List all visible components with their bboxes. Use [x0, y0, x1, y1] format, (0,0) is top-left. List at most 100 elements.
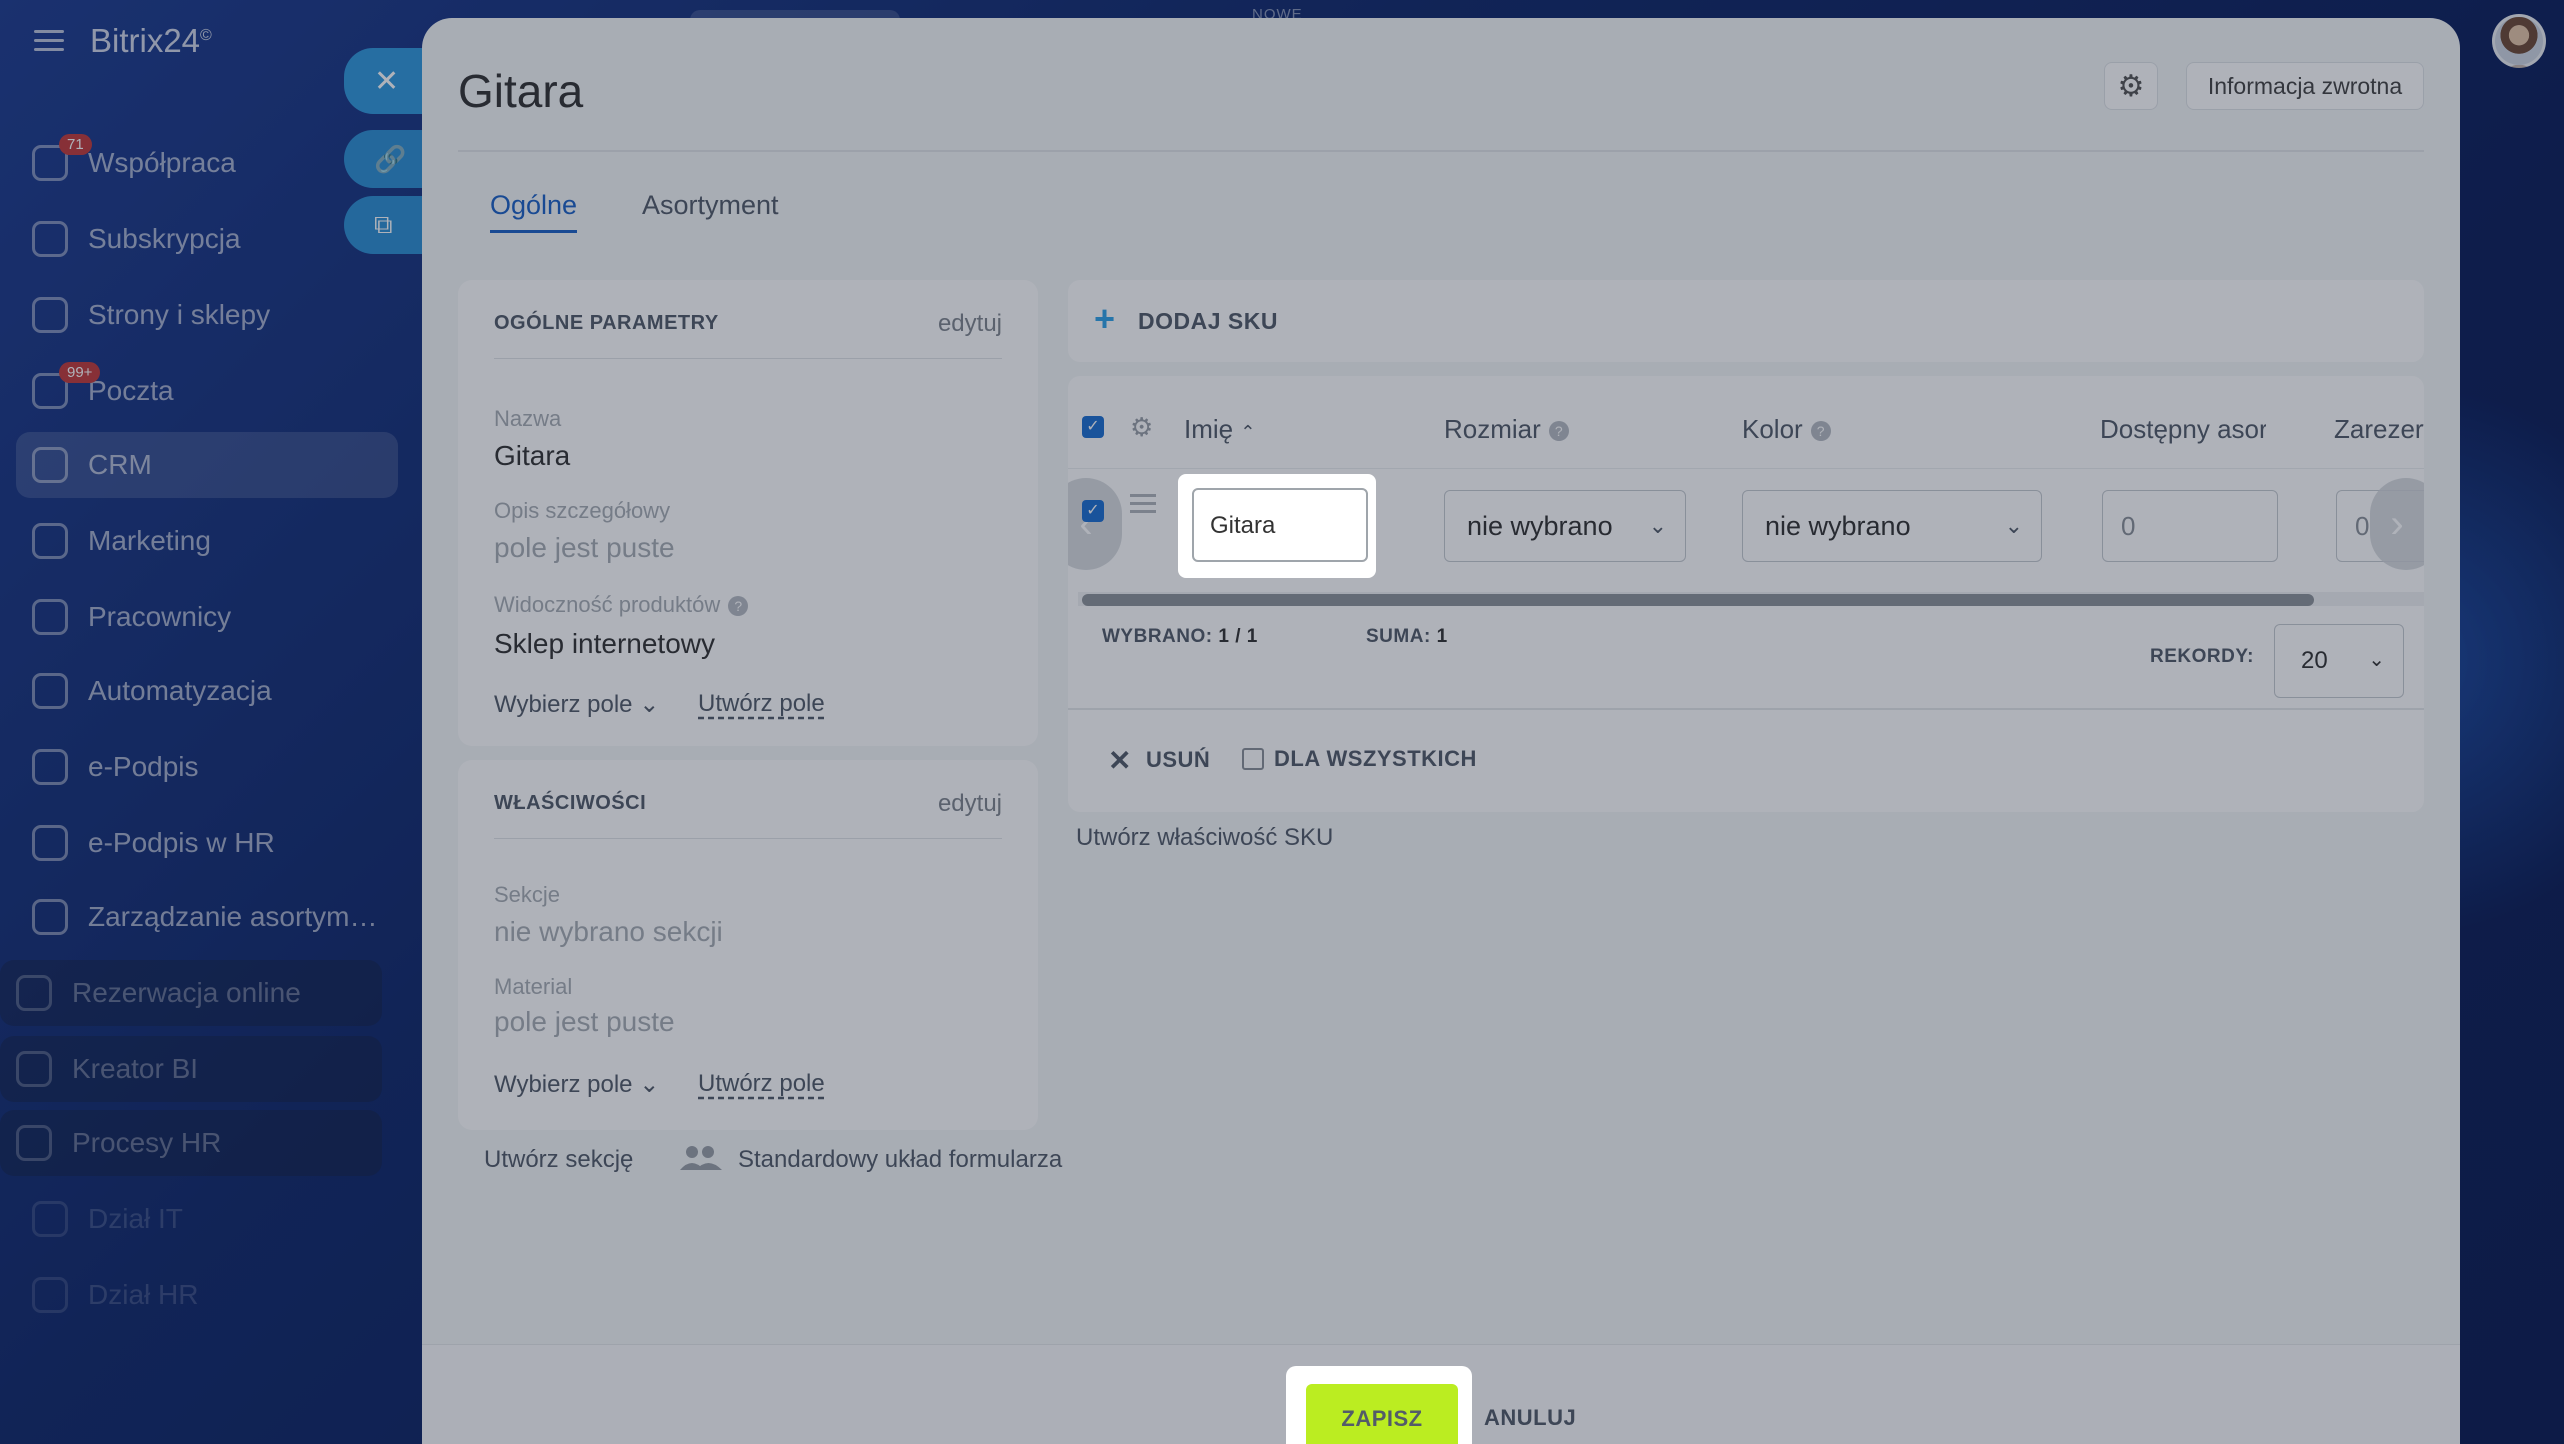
- scroll-left-button[interactable]: ‹: [1068, 478, 1122, 570]
- open-new-window-button[interactable]: ⧉: [344, 196, 424, 254]
- link-icon: 🔗: [374, 143, 407, 174]
- subscription-icon: [32, 221, 68, 257]
- nav-label: Strony i sklepy: [88, 299, 271, 330]
- create-field-link[interactable]: Utwórz pole: [698, 1070, 825, 1098]
- marketing-icon: [32, 523, 68, 559]
- column-header-color[interactable]: Kolor?: [1742, 414, 1831, 445]
- cart-icon: [32, 297, 68, 333]
- chevron-down-icon: ⌄: [639, 1071, 660, 1098]
- nav-item-procesy-hr[interactable]: Procesy HR: [0, 1110, 382, 1176]
- for-all-checkbox[interactable]: DLA WSZYSTKICH: [1242, 746, 1477, 772]
- color-select[interactable]: nie wybrano ⌄: [1742, 490, 2042, 562]
- cancel-button[interactable]: ANULUJ: [1484, 1405, 1576, 1431]
- column-header-size[interactable]: Rozmiar?: [1444, 414, 1569, 445]
- external-link-icon: ⧉: [374, 209, 393, 239]
- scroll-right-button[interactable]: ›: [2370, 478, 2424, 570]
- divider: [494, 358, 1002, 359]
- divider: [494, 838, 1002, 839]
- close-icon: ✕: [1108, 745, 1132, 776]
- nav-label: Rezerwacja online: [72, 977, 301, 1008]
- choose-field-link[interactable]: Wybierz pole ⌄: [494, 1070, 659, 1099]
- tab-assortment[interactable]: Asortyment: [642, 190, 779, 221]
- nav-label: e-Podpis w HR: [88, 827, 275, 858]
- column-header-reserved[interactable]: Zarezerwowano: [2334, 414, 2424, 445]
- edit-link[interactable]: edytuj: [938, 790, 1002, 818]
- hr-dept-icon: [32, 1277, 68, 1313]
- size-select[interactable]: nie wybrano ⌄: [1444, 490, 1686, 562]
- delete-button[interactable]: ✕ USUŃ: [1108, 744, 1210, 777]
- nav-label: Dział HR: [88, 1279, 199, 1310]
- hr-process-icon: [16, 1125, 52, 1161]
- nav-label: e-Podpis: [88, 751, 199, 782]
- inventory-icon: [32, 899, 68, 935]
- nav-item-automatyzacja[interactable]: Automatyzacja: [16, 658, 398, 724]
- records-select[interactable]: 20 ⌄: [2274, 624, 2404, 698]
- sku-grid: ✓ ⚙ Imię ⌃ Rozmiar? Kolor? Dostępny asor…: [1068, 376, 2424, 812]
- nav-label: Dział IT: [88, 1203, 183, 1234]
- nav-label: Marketing: [88, 525, 211, 556]
- product-slider: Gitara ⚙ Informacja zwrotna Ogólne Asort…: [422, 18, 2460, 1444]
- add-sku-button[interactable]: DODAJ SKU: [1138, 308, 1278, 335]
- nav-label: Kreator BI: [72, 1053, 199, 1084]
- gear-icon[interactable]: ⚙: [1130, 412, 1153, 443]
- nav-item-rezerwacja[interactable]: Rezerwacja online: [0, 960, 382, 1026]
- save-button[interactable]: ZAPISZ: [1306, 1384, 1458, 1444]
- settings-button[interactable]: ⚙: [2104, 62, 2158, 110]
- nav-item-dzial-hr[interactable]: Dział HR: [16, 1262, 398, 1328]
- create-sku-property-link[interactable]: Utwórz właściwość SKU: [1076, 824, 1333, 852]
- help-icon: ?: [1810, 421, 1831, 442]
- nav-label: Pracownicy: [88, 601, 232, 632]
- nav-item-poczta[interactable]: 99+ Poczta: [16, 358, 398, 424]
- choose-field-link[interactable]: Wybierz pole ⌄: [494, 690, 659, 719]
- nav-item-marketing[interactable]: Marketing: [16, 508, 398, 574]
- checkbox-icon: [1242, 748, 1264, 770]
- nav-item-dzial-it[interactable]: Dział IT: [16, 1186, 398, 1252]
- sku-name-input[interactable]: Gitara: [1192, 488, 1368, 562]
- nav-item-crm[interactable]: CRM: [16, 432, 398, 498]
- sum-count: SUMA: 1: [1366, 626, 1448, 647]
- create-field-link[interactable]: Utwórz pole: [698, 690, 825, 718]
- field-label: Widoczność produktów?: [494, 592, 749, 618]
- nav-item-pracownicy[interactable]: Pracownicy: [16, 584, 398, 650]
- nav-badge: 71: [59, 134, 92, 155]
- nav-item-kreator-bi[interactable]: Kreator BI: [0, 1036, 382, 1102]
- nav-item-epodpis-hr[interactable]: e-Podpis w HR: [16, 810, 398, 876]
- card-heading: WŁAŚCIWOŚCI: [494, 792, 647, 814]
- column-header-name[interactable]: Imię ⌃: [1184, 414, 1255, 445]
- field-value: nie wybrano sekcji: [494, 916, 723, 947]
- plus-icon: +: [1094, 298, 1116, 339]
- field-value: pole jest puste: [494, 532, 675, 563]
- menu-icon[interactable]: [34, 30, 64, 52]
- gear-icon: ⚙: [2117, 69, 2145, 103]
- logo[interactable]: Bitrix24©: [90, 22, 212, 60]
- nav-item-asortyment[interactable]: Zarządzanie asortyme...: [16, 884, 398, 950]
- available-input[interactable]: 0: [2102, 490, 2278, 562]
- close-icon: ✕: [374, 64, 400, 98]
- nav-item-strony[interactable]: Strony i sklepy: [16, 282, 398, 348]
- field-label: Sekcje: [494, 882, 561, 907]
- select-all-checkbox[interactable]: ✓: [1082, 416, 1104, 438]
- field-label: Opis szczegółowy: [494, 498, 671, 523]
- close-slider-button[interactable]: ✕: [344, 48, 424, 114]
- it-dept-icon: [32, 1201, 68, 1237]
- scrollbar-thumb[interactable]: [1082, 594, 2314, 606]
- standard-layout-link[interactable]: Standardowy układ formularza: [738, 1146, 1062, 1174]
- nav-item-wspolpraca[interactable]: 71 Współpraca: [16, 130, 398, 196]
- crm-icon: [32, 447, 68, 483]
- tab-general[interactable]: Ogólne: [490, 190, 578, 233]
- edit-link[interactable]: edytuj: [938, 310, 1002, 338]
- selected-count: WYBRANO: 1 / 1: [1102, 626, 1258, 647]
- copy-link-button[interactable]: 🔗: [344, 130, 424, 188]
- feedback-button[interactable]: Informacja zwrotna: [2186, 62, 2424, 110]
- add-sku-bar[interactable]: + DODAJ SKU: [1068, 280, 2424, 362]
- column-header-available[interactable]: Dostępny asortyment: [2100, 414, 2266, 445]
- avatar[interactable]: [2492, 14, 2546, 68]
- nav-badge: 99+: [59, 362, 101, 383]
- nav-item-epodpis[interactable]: e-Podpis: [16, 734, 398, 800]
- row-checkbox[interactable]: ✓: [1082, 500, 1104, 522]
- drag-handle-icon[interactable]: [1130, 494, 1156, 518]
- nav-item-subskrypcja[interactable]: Subskrypcja: [16, 206, 398, 272]
- chevron-down-icon: ⌄: [1648, 513, 1667, 538]
- create-section-link[interactable]: Utwórz sekcję: [484, 1146, 633, 1174]
- help-icon[interactable]: ?: [728, 596, 749, 617]
